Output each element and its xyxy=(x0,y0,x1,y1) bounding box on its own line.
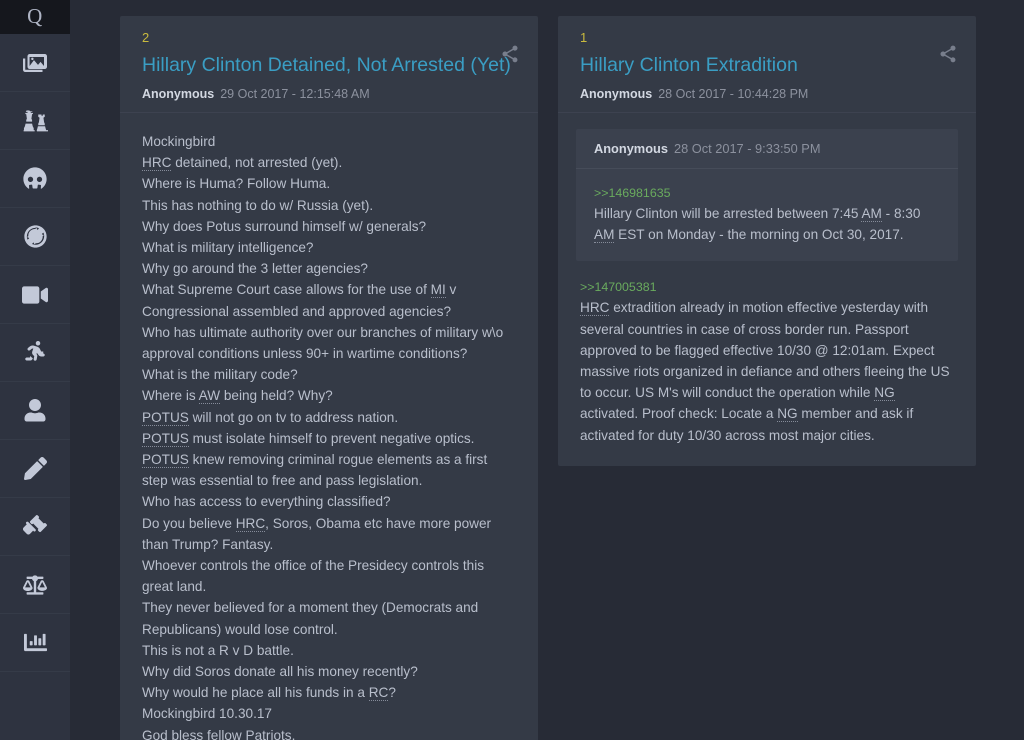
quoted-post-text: Hillary Clinton will be arrested between… xyxy=(594,206,921,244)
skull-icon xyxy=(22,166,48,192)
post-body-line: This has nothing to do w/ Russia (yet). xyxy=(142,197,374,213)
post-author: Anonymous xyxy=(580,87,653,101)
abbreviation: AM xyxy=(594,227,615,244)
post-body-line: Whoever controls the office of the Presi… xyxy=(142,558,488,595)
post-card[interactable]: 2 Hillary Clinton Detained, Not Arrested… xyxy=(120,16,538,740)
video-camera-icon xyxy=(22,282,48,308)
post-body-line: What is the military code? xyxy=(142,367,298,383)
quote-reference-link[interactable]: >>146981635 xyxy=(594,183,940,203)
pencil-icon xyxy=(22,456,48,482)
post-title[interactable]: Hillary Clinton Extradition xyxy=(580,52,954,78)
abbreviation: HRC xyxy=(235,515,266,532)
post-header: 2 Hillary Clinton Detained, Not Arrested… xyxy=(120,16,538,113)
post-body-line: God bless fellow Patriots. xyxy=(142,727,296,740)
main-content: 2 Hillary Clinton Detained, Not Arrested… xyxy=(70,0,1024,740)
abbreviation: NG xyxy=(874,385,895,402)
abbreviation: POTUS xyxy=(142,452,189,469)
post-body-text: HRC extradition already in motion effect… xyxy=(580,300,950,443)
abbreviation: MI xyxy=(430,282,446,299)
abbreviation: HRC xyxy=(142,155,172,172)
post-body-line: Who has access to everything classified? xyxy=(142,494,391,510)
quote-reference-link[interactable]: >>147005381 xyxy=(580,277,954,297)
sidebar: Q xyxy=(0,0,70,740)
post-body-line: POTUS will not go on tv to address natio… xyxy=(142,409,399,426)
sidebar-item-user[interactable] xyxy=(0,382,70,440)
sidebar-item-chess[interactable] xyxy=(0,92,70,150)
post-header: 1 Hillary Clinton Extradition Anonymous 2… xyxy=(558,16,976,113)
post-body-line: Who has ultimate authority over our bran… xyxy=(142,324,507,362)
quoted-post-author: Anonymous xyxy=(594,141,668,156)
sidebar-item-chart[interactable] xyxy=(0,614,70,672)
quoted-post-body: >>146981635 Hillary Clinton will be arre… xyxy=(576,169,958,261)
post-body: Mockingbird HRC detained, not arrested (y… xyxy=(120,113,538,740)
post-body-line: Where is AW being held? Why? xyxy=(142,388,333,405)
post-date: 29 Oct 2017 - 12:15:48 AM xyxy=(220,87,370,101)
post-meta: Anonymous 29 Oct 2017 - 12:15:48 AM xyxy=(142,86,516,102)
app-root: Q 2 Hillary Clinton Detained, Not Arrest… xyxy=(0,0,1024,740)
post-body-line: Why go around the 3 letter agencies? xyxy=(142,261,368,277)
sidebar-nav-list xyxy=(0,34,70,672)
post-body-line: Why would he place all his funds in a RC… xyxy=(142,685,396,702)
post-body-line: Mockingbird xyxy=(142,134,216,149)
post-body-line: Where is Huma? Follow Huma. xyxy=(142,176,331,192)
sidebar-item-running[interactable] xyxy=(0,324,70,382)
post-body-line: HRC detained, not arrested (yet). xyxy=(142,155,343,172)
post-author: Anonymous xyxy=(142,87,215,101)
post-title[interactable]: Hillary Clinton Detained, Not Arrested (… xyxy=(142,52,516,78)
post-body-line: What Supreme Court case allows for the u… xyxy=(142,282,461,319)
post-body-line: Why does Potus surround himself w/ gener… xyxy=(142,218,427,234)
sidebar-item-pencil[interactable] xyxy=(0,440,70,498)
chess-icon xyxy=(22,108,48,134)
abbreviation: POTUS xyxy=(142,409,189,426)
abbreviation: AM xyxy=(861,206,882,222)
post-body-line: Mockingbird 10.30.17 xyxy=(142,706,272,722)
quoted-post-meta: Anonymous 28 Oct 2017 - 9:33:50 PM xyxy=(576,129,958,169)
sidebar-item-skull[interactable] xyxy=(0,150,70,208)
abbreviation: HRC xyxy=(580,300,610,317)
post-body-line: This is not a R v D battle. xyxy=(142,642,294,658)
sidebar-item-gavel[interactable] xyxy=(0,498,70,556)
abbreviation: POTUS xyxy=(142,430,189,447)
images-icon xyxy=(22,50,48,76)
sidebar-item-video[interactable] xyxy=(0,266,70,324)
post-meta: Anonymous 28 Oct 2017 - 10:44:28 PM xyxy=(580,86,954,102)
post-date: 28 Oct 2017 - 10:44:28 PM xyxy=(658,87,809,101)
post-body-line: Do you believe HRC, Soros, Obama etc hav… xyxy=(142,515,495,552)
post-body-line: POTUS knew removing criminal rogue eleme… xyxy=(142,452,492,489)
sidebar-item-globe[interactable] xyxy=(0,208,70,266)
share-icon[interactable] xyxy=(938,44,958,64)
post-body-line: They never believed for a moment they (D… xyxy=(142,600,483,637)
abbreviation: NG xyxy=(777,406,798,423)
abbreviation: AW xyxy=(198,388,221,405)
share-icon[interactable] xyxy=(500,44,520,64)
chart-bar-icon xyxy=(22,630,48,656)
sidebar-item-images[interactable] xyxy=(0,34,70,92)
abbreviation: RC xyxy=(368,685,389,702)
post-body-line: POTUS must isolate himself to prevent ne… xyxy=(142,430,475,447)
quoted-post: Anonymous 28 Oct 2017 - 9:33:50 PM >>1469… xyxy=(576,129,958,262)
quoted-post-date: 28 Oct 2017 - 9:33:50 PM xyxy=(673,141,821,156)
gavel-icon xyxy=(22,514,48,540)
user-tie-icon xyxy=(22,398,48,424)
running-person-icon xyxy=(22,340,48,366)
sidebar-item-scales[interactable] xyxy=(0,556,70,614)
post-body-line: What is military intelligence? xyxy=(142,240,314,256)
globe-icon xyxy=(22,224,48,250)
post-body-line: Why did Soros donate all his money recen… xyxy=(142,664,418,680)
site-logo[interactable]: Q xyxy=(0,0,70,34)
post-card[interactable]: 1 Hillary Clinton Extradition Anonymous 2… xyxy=(558,16,976,466)
post-number: 2 xyxy=(142,30,150,45)
post-body: >>147005381 HRC extradition already in m… xyxy=(558,269,976,465)
post-number: 1 xyxy=(580,30,588,45)
scales-icon xyxy=(22,572,48,598)
